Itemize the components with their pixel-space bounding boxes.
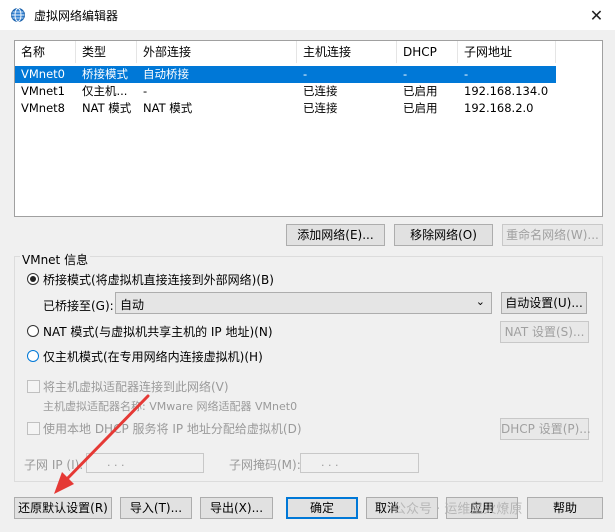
use-dhcp-label: 使用本地 DHCP 服务将 IP 地址分配给虚拟机(D) [43,422,302,436]
title-bar: 虚拟网络编辑器 ✕ [0,0,615,30]
column-header[interactable]: 主机连接 [297,41,397,63]
connect-adapter-label: 将主机虚拟适配器连接到此网络(V) [43,380,229,394]
table-cell: 自动桥接 [143,67,189,81]
column-header[interactable]: 子网地址 [458,41,556,63]
table-cell: 192.168.2.0 [464,101,534,115]
import-button[interactable]: 导入(T)... [120,497,192,519]
network-table[interactable]: 名称 类型 外部连接 主机连接 DHCP 子网地址 VMnet0 桥接模式 自动… [14,40,603,217]
adapter-name-text: 主机虚拟适配器名称: VMware 网络适配器 VMnet0 [43,400,298,413]
ok-button[interactable]: 确定 [286,497,358,519]
nat-settings-button[interactable]: NAT 设置(S)... [500,321,589,343]
window-title: 虚拟网络编辑器 [34,9,119,23]
help-button[interactable]: 帮助 [527,497,603,519]
use-dhcp-checkbox[interactable] [27,422,40,435]
column-header[interactable]: 类型 [76,41,137,63]
table-cell: 已启用 [403,101,438,115]
bridged-to-select[interactable]: 自动 ⌄ [115,292,492,314]
subnet-mask-input[interactable]: . . . [300,453,419,473]
table-cell: - [464,67,469,81]
table-cell: 桥接模式 [82,67,128,81]
restore-defaults-button[interactable]: 还原默认设置(R) [14,497,112,519]
column-header[interactable]: DHCP [397,41,458,63]
nat-mode-label: NAT 模式(与虚拟机共享主机的 IP 地址)(N) [43,325,273,339]
table-cell: VMnet1 [21,84,65,98]
table-cell: - [143,84,148,98]
table-cell: - [403,67,408,81]
nat-mode-radio[interactable] [27,325,39,337]
remove-network-button[interactable]: 移除网络(O) [394,224,493,246]
table-cell: 已启用 [403,84,438,98]
rename-network-button[interactable]: 重命名网络(W)... [502,224,603,246]
table-cell: 仅主机... [82,84,128,98]
table-row[interactable]: VMnet1 仅主机... - 已连接 已启用 192.168.134.0 [15,83,556,100]
close-icon: ✕ [589,5,604,25]
vmnet-info-group [14,256,603,482]
table-header: 名称 类型 外部连接 主机连接 DHCP 子网地址 [15,41,602,63]
table-cell: 已连接 [303,84,338,98]
subnet-ip-input[interactable]: . . . [86,453,204,473]
chevron-down-icon: ⌄ [475,295,485,308]
table-cell: 已连接 [303,101,338,115]
table-cell: NAT 模式 [82,101,132,115]
table-cell: - [303,67,308,81]
vmnet-info-label: VMnet 信息 [20,251,91,268]
table-cell: VMnet8 [21,101,65,115]
host-only-radio[interactable] [27,350,39,362]
table-row[interactable]: VMnet8 NAT 模式 NAT 模式 已连接 已启用 192.168.2.0 [15,100,556,117]
subnet-ip-label: 子网 IP (I): [24,458,84,472]
subnet-mask-label: 子网掩码(M): [229,458,301,472]
bridged-to-label: 已桥接至(G): [43,299,114,313]
column-header[interactable]: 外部连接 [137,41,297,63]
table-row[interactable]: VMnet0 桥接模式 自动桥接 - - - [15,66,556,83]
bridged-to-value: 自动 [120,298,145,312]
host-only-label: 仅主机模式(在专用网络内连接虚拟机)(H) [43,350,263,364]
auto-settings-button[interactable]: 自动设置(U)... [501,292,587,314]
bridged-mode-label: 桥接模式(将虚拟机直接连接到外部网络)(B) [43,273,274,287]
table-cell: VMnet0 [21,67,65,81]
column-header[interactable]: 名称 [15,41,76,63]
connect-adapter-checkbox[interactable] [27,380,40,393]
export-button[interactable]: 导出(X)... [200,497,273,519]
bridged-mode-radio[interactable] [27,273,39,285]
table-cell: NAT 模式 [143,101,193,115]
dhcp-settings-button[interactable]: DHCP 设置(P)... [500,418,591,440]
globe-icon [11,8,25,22]
table-cell: 192.168.134.0 [464,84,549,98]
watermark-text: 公众号 · 运维星火燎原 [393,502,523,517]
add-network-button[interactable]: 添加网络(E)... [286,224,385,246]
close-button[interactable]: ✕ [578,0,615,30]
